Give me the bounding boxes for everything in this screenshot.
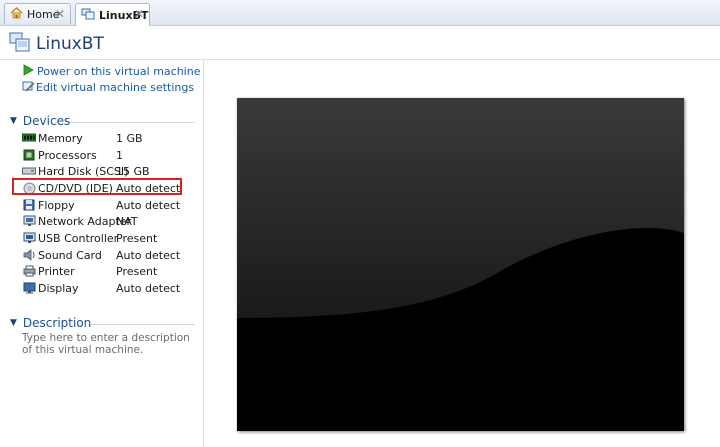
- divider: [70, 122, 195, 123]
- tab-home[interactable]: Home ✕: [4, 3, 71, 24]
- page-title: LinuxBT: [36, 34, 104, 54]
- device-row-usb-controller[interactable]: USB Controller Present: [22, 230, 192, 246]
- description-heading: Description: [22, 316, 92, 330]
- floppy-icon: [22, 199, 36, 211]
- screen-gradient-graphic: [237, 98, 684, 431]
- hard-disk-icon: [22, 165, 36, 177]
- printer-icon: [22, 265, 36, 277]
- device-row-sound-card[interactable]: Sound Card Auto detect: [22, 247, 192, 263]
- device-row-hard-disk[interactable]: Hard Disk (SCSI) 15 GB: [22, 163, 192, 179]
- vm-header: LinuxBT: [0, 26, 720, 60]
- device-row-display[interactable]: Display Auto detect: [22, 280, 192, 296]
- device-name: Memory: [38, 131, 83, 145]
- vm-preview-panel: [204, 60, 720, 447]
- device-value: 1 GB: [116, 131, 143, 145]
- network-adapter-icon: [22, 215, 36, 227]
- device-row-processors[interactable]: Processors 1: [22, 147, 192, 163]
- close-icon[interactable]: ✕: [134, 7, 144, 21]
- usb-icon: [22, 232, 36, 244]
- close-icon[interactable]: ✕: [55, 7, 65, 21]
- tab-linuxbt[interactable]: LinuxBT ✕: [75, 3, 150, 26]
- vm-details-panel: Power on this virtual machine Edit virtu…: [0, 60, 204, 447]
- processor-icon: [22, 149, 36, 161]
- edit-settings-link[interactable]: Edit virtual machine settings: [22, 79, 194, 95]
- vm-icon: [81, 8, 95, 23]
- device-value: Auto detect: [116, 248, 181, 262]
- memory-icon: [22, 132, 36, 144]
- settings-icon: [22, 80, 35, 95]
- device-row-memory[interactable]: Memory 1 GB: [22, 130, 192, 146]
- devices-heading: Devices: [22, 114, 71, 128]
- display-icon: [22, 282, 36, 294]
- device-row-printer[interactable]: Printer Present: [22, 263, 192, 279]
- vm-screen-thumbnail[interactable]: [237, 98, 684, 431]
- device-row-floppy[interactable]: Floppy Auto detect: [22, 197, 192, 213]
- device-name: USB Controller: [38, 231, 119, 245]
- device-name: Printer: [38, 264, 75, 278]
- device-value: Present: [116, 231, 158, 245]
- edit-settings-label: Edit virtual machine settings: [36, 80, 195, 94]
- collapse-triangle-icon: ▼: [10, 116, 17, 126]
- tab-bar: Home ✕ LinuxBT ✕: [0, 0, 720, 26]
- device-value: Auto detect: [116, 281, 181, 295]
- sound-card-icon: [22, 249, 36, 261]
- device-row-network-adapter[interactable]: Network Adapter NAT: [22, 213, 192, 229]
- devices-section-header[interactable]: ▼ Devices: [10, 114, 70, 128]
- divider: [90, 324, 195, 325]
- device-value: Auto detect: [116, 198, 181, 212]
- collapse-triangle-icon: ▼: [10, 318, 17, 328]
- device-name: Hard Disk (SCSI): [38, 164, 129, 178]
- description-section-header[interactable]: ▼ Description: [10, 316, 91, 330]
- description-field[interactable]: Type here to enter a description of this…: [22, 332, 202, 356]
- power-on-link[interactable]: Power on this virtual machine: [22, 63, 200, 79]
- home-icon: [10, 6, 23, 22]
- device-name: Display: [38, 281, 79, 295]
- device-value: NAT: [116, 214, 138, 228]
- device-name: Floppy: [38, 198, 75, 212]
- device-value: Present: [116, 264, 158, 278]
- highlight-box: [12, 178, 182, 195]
- device-name: Sound Card: [38, 248, 102, 262]
- play-icon: [22, 63, 34, 79]
- power-on-label: Power on this virtual machine: [37, 64, 201, 78]
- device-value: 1: [116, 148, 123, 162]
- device-value: 15 GB: [116, 164, 150, 178]
- device-name: Processors: [38, 148, 97, 162]
- vm-large-icon: [9, 31, 31, 56]
- device-name: Network Adapter: [38, 214, 132, 228]
